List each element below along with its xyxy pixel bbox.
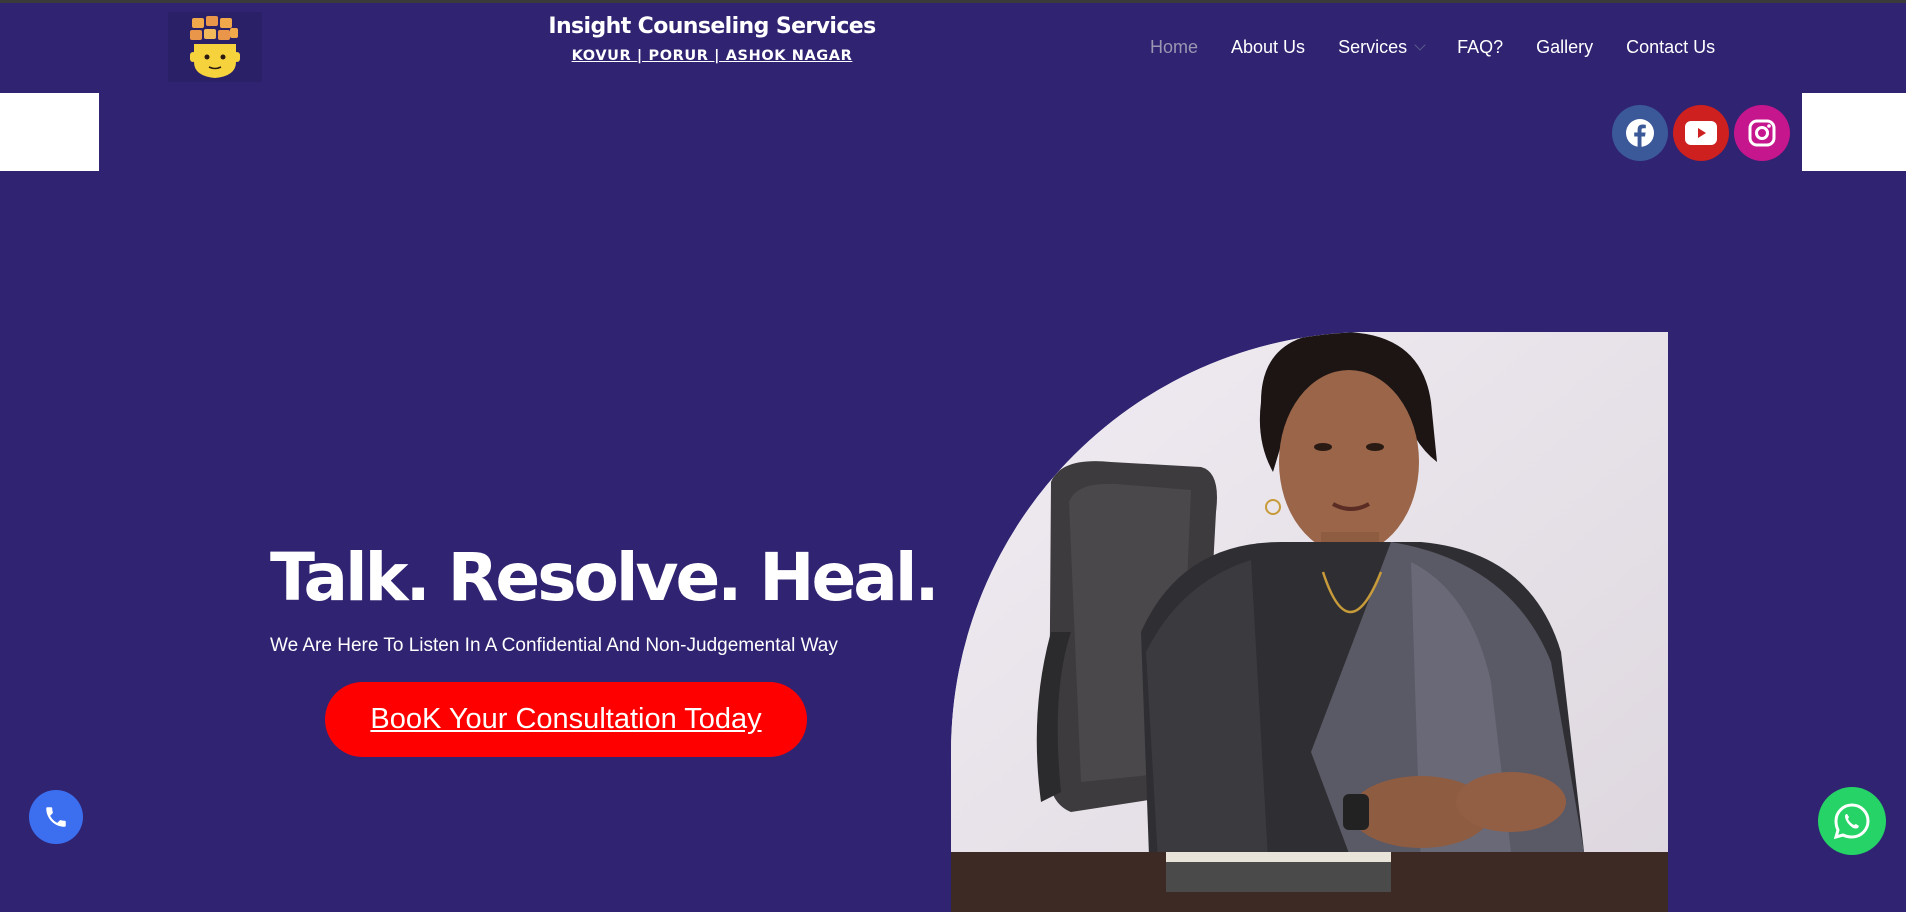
youtube-link[interactable] bbox=[1673, 105, 1729, 161]
site-locations[interactable]: KOVUR | PORUR | ASHOK NAGAR bbox=[520, 48, 904, 64]
right-white-block bbox=[1802, 93, 1906, 171]
nav-gallery[interactable]: Gallery bbox=[1536, 37, 1593, 58]
top-border bbox=[0, 0, 1906, 3]
instagram-icon bbox=[1748, 119, 1776, 147]
counselor-portrait-photo bbox=[951, 332, 1668, 912]
phone-icon bbox=[46, 807, 66, 827]
hero-title: Talk. Resolve. Heal. bbox=[270, 539, 940, 616]
instagram-link[interactable] bbox=[1734, 105, 1790, 161]
nav-about-us[interactable]: About Us bbox=[1231, 37, 1305, 58]
call-button[interactable] bbox=[29, 790, 83, 844]
nav-faq[interactable]: FAQ? bbox=[1457, 37, 1503, 58]
puzzle-head-logo-icon bbox=[190, 16, 240, 78]
site-logo[interactable] bbox=[168, 12, 262, 82]
book-consultation-label: BooK Your Consultation Today bbox=[370, 703, 762, 735]
facebook-icon bbox=[1626, 119, 1654, 147]
whatsapp-button[interactable] bbox=[1818, 787, 1886, 855]
portrait-illustration bbox=[951, 332, 1668, 912]
site-title[interactable]: Insight Counseling Services bbox=[520, 12, 904, 42]
hero-subtitle: We Are Here To Listen In A Confidential … bbox=[270, 635, 838, 656]
brand-block: Insight Counseling Services KOVUR | PORU… bbox=[520, 12, 904, 64]
main-nav: Home About Us Services FAQ? Gallery Cont… bbox=[1150, 35, 1748, 59]
left-white-block bbox=[0, 93, 99, 171]
facebook-link[interactable] bbox=[1612, 105, 1668, 161]
whatsapp-icon bbox=[1833, 803, 1870, 840]
chevron-down-icon[interactable] bbox=[1414, 38, 1426, 51]
youtube-icon bbox=[1685, 121, 1717, 145]
nav-home[interactable]: Home bbox=[1150, 37, 1198, 58]
book-consultation-button[interactable]: BooK Your Consultation Today bbox=[325, 682, 807, 757]
nav-services[interactable]: Services bbox=[1338, 36, 1426, 58]
nav-services-label: Services bbox=[1338, 36, 1408, 57]
nav-contact-us[interactable]: Contact Us bbox=[1626, 37, 1715, 58]
